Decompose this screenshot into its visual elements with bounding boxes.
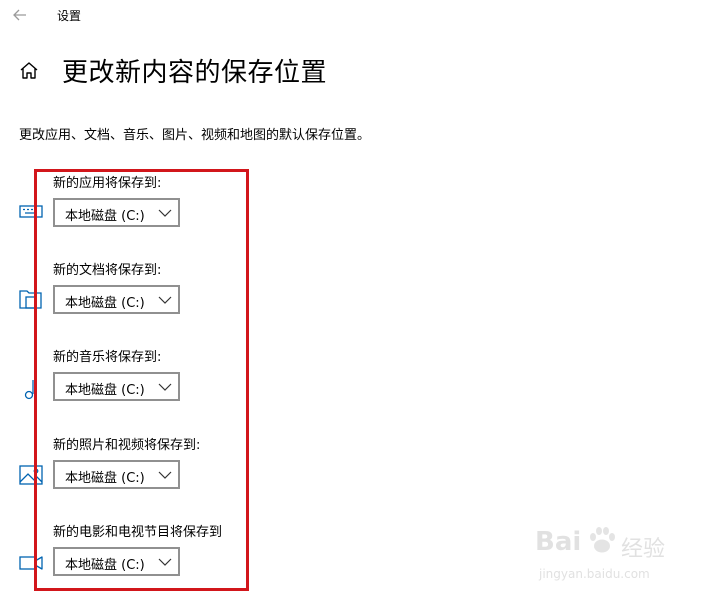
title-bar: 设置 [0,0,702,30]
document-icon [17,285,45,313]
watermark-url: jingyan.baidu.com [539,567,650,581]
chevron-down-icon [158,296,172,304]
music-icon [17,376,45,404]
setting-label: 新的文档将保存到: [53,263,162,278]
dropdown-value: 本地磁盘 (C:) [65,296,145,311]
chevron-down-icon [158,471,172,479]
setting-label: 新的应用将保存到: [53,176,162,191]
window-title: 设置 [57,9,82,23]
page-title: 更改新内容的保存位置 [62,58,328,88]
movies-tv-location-dropdown[interactable]: 本地磁盘 (C:) [53,547,180,576]
watermark-text: 经验 [621,537,666,562]
setting-label: 新的电影和电视节目将保存到 [53,525,223,540]
picture-icon [17,461,45,489]
music-location-dropdown[interactable]: 本地磁盘 (C:) [53,372,180,401]
app-icon [17,198,45,226]
home-icon [20,62,38,79]
dropdown-value: 本地磁盘 (C:) [65,209,145,224]
apps-location-dropdown[interactable]: 本地磁盘 (C:) [53,198,180,227]
watermark-brand: Bai [535,527,582,557]
setting-label: 新的照片和视频将保存到: [53,438,201,453]
back-arrow-icon [13,9,26,21]
documents-location-dropdown[interactable]: 本地磁盘 (C:) [53,285,180,314]
home-button[interactable] [16,58,42,84]
dropdown-value: 本地磁盘 (C:) [65,558,145,573]
paw-logo-icon [590,527,615,553]
dropdown-value: 本地磁盘 (C:) [65,383,145,398]
video-icon [17,549,45,577]
photos-videos-location-dropdown[interactable]: 本地磁盘 (C:) [53,460,180,489]
dropdown-value: 本地磁盘 (C:) [65,471,145,486]
setting-label: 新的音乐将保存到: [53,350,162,365]
chevron-down-icon [158,558,172,566]
chevron-down-icon [158,383,172,391]
baidu-jingyan-watermark: Bai 经验 jingyan.baidu.com [535,527,670,587]
back-button[interactable] [8,2,34,28]
chevron-down-icon [158,209,172,217]
page-description: 更改应用、文档、音乐、图片、视频和地图的默认保存位置。 [19,128,371,143]
